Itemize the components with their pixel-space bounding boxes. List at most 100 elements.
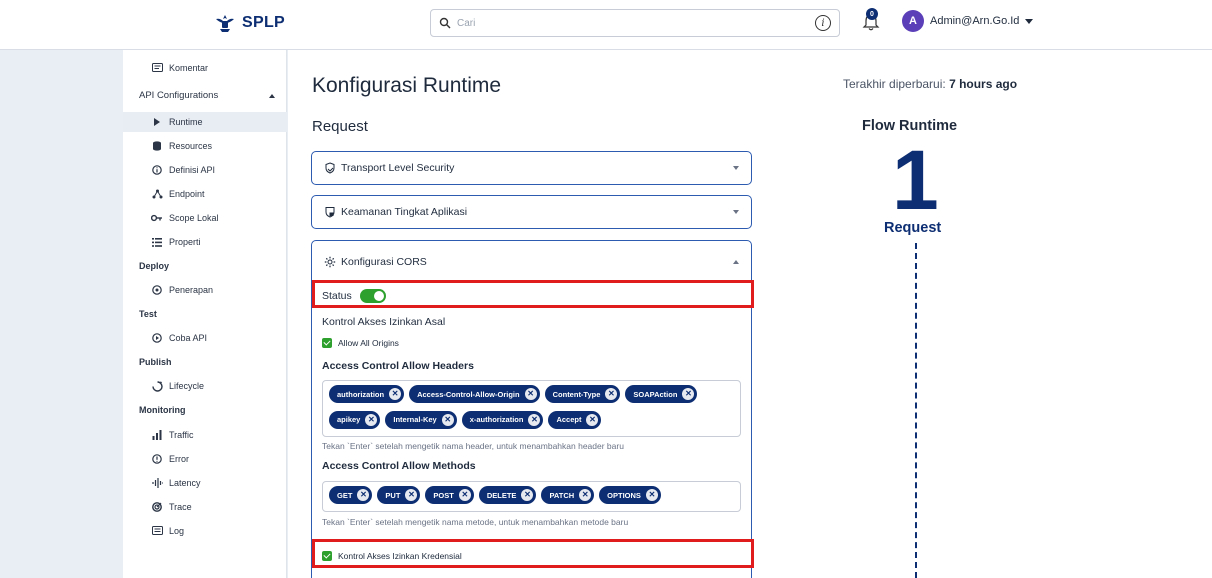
panel-title: Konfigurasi CORS [341,256,427,268]
sidebar-item-log[interactable]: Log [123,521,287,541]
allow-all-origins-row[interactable]: Allow All Origins [322,338,399,348]
shield-lock-icon [325,207,335,218]
info-icon[interactable]: i [815,15,831,31]
sidebar-group-api-configurations[interactable]: API Configurations [139,90,275,101]
search-input[interactable] [457,17,807,29]
play-circle-icon [151,332,163,344]
alert-circle-icon [151,453,163,465]
remove-chip-icon[interactable]: ✕ [682,388,695,400]
chip-label: OPTIONS [607,490,641,500]
chip-label: Access-Control-Allow-Origin [417,389,520,399]
headers-hint: Tekan `Enter` setelah mengetik nama head… [322,441,624,451]
last-updated: Terakhir diperbarui: 7 hours ago [843,77,1017,91]
flow-label: Request [884,220,942,236]
panel-app-security[interactable]: Keamanan Tingkat Aplikasi [311,195,752,229]
remove-chip-icon[interactable]: ✕ [458,489,471,501]
sidebar-item-label: Komentar [169,63,209,73]
panel-title: Keamanan Tingkat Aplikasi [341,206,468,218]
allow-origin-label: Kontrol Akses Izinkan Asal [322,316,446,328]
sidebar-item-penerapan[interactable]: Penerapan [123,280,287,300]
remove-chip-icon[interactable]: ✕ [389,388,402,400]
search-icon [439,17,451,29]
logo[interactable]: SPLP [214,13,285,33]
chip-label: Content-Type [552,389,601,399]
remove-chip-icon[interactable]: ✕ [441,413,454,426]
panel-title: Transport Level Security [341,162,455,174]
sidebar-item-trace[interactable]: Trace [123,497,287,517]
chevron-down-icon [733,210,739,214]
chip-label: Accept [556,415,582,424]
method-chip: PUT ✕ [377,486,421,504]
sidebar-item-label: Endpoint [169,189,205,199]
header-chip: Access-Control-Allow-Origin ✕ [409,385,540,403]
last-updated-prefix: Terakhir diperbarui: [843,77,946,91]
remove-chip-icon[interactable]: ✕ [357,489,370,501]
bar-chart-icon [151,429,163,441]
remove-chip-icon[interactable]: ✕ [586,413,599,426]
sidebar-item-properti[interactable]: Properti [123,232,287,252]
allow-all-origins-checkbox[interactable] [322,338,332,348]
remove-chip-icon[interactable]: ✕ [365,413,378,426]
info-circle-icon [151,164,163,176]
sidebar-item-definisi-api[interactable]: Definisi API [123,160,287,180]
panel-header[interactable]: Keamanan Tingkat Aplikasi [312,196,751,228]
sidebar-item-error[interactable]: Error [123,449,287,469]
sidebar-item-label: Trace [169,502,192,512]
sidebar-item-komentar[interactable]: Komentar [123,58,287,78]
chevron-up-icon [733,260,739,264]
headers-input[interactable]: authorization ✕ Access-Control-Allow-Origi… [322,380,741,437]
remove-chip-icon[interactable]: ✕ [579,489,592,501]
caret-down-icon [1025,18,1034,24]
sidebar-item-lifecycle[interactable]: Lifecycle [123,376,287,396]
user-name: Admin@Arn.Go.Id [930,15,1020,27]
top-bar: SPLP i 0 A Admin@Arn.Go.Id [0,0,1212,50]
chip-label: GET [337,490,353,500]
sidebar-section-monitoring: Monitoring [139,405,186,415]
flow-number: 1 [892,133,939,227]
sidebar-item-label: Definisi API [169,165,216,175]
flow-title: Flow Runtime [862,118,958,134]
page-title: Konfigurasi Runtime [312,74,502,97]
checkbox-label: Allow All Origins [338,338,399,348]
sidebar-item-endpoint[interactable]: Endpoint [123,184,287,204]
method-chip: GET ✕ [329,486,373,504]
header-chip: Accept ✕ [548,410,602,429]
sidebar: Komentar API Configurations Runtime Reso… [123,50,287,578]
methods-input[interactable]: GET ✕ PUT ✕ POST ✕ DELETE ✕ PATCH ✕ OPTIONS ✕ [322,481,741,512]
play-icon [151,116,163,128]
database-icon [151,140,163,152]
header-chip: apikey ✕ [329,410,381,429]
sidebar-section-test: Test [139,309,157,319]
header-chip: Content-Type ✕ [544,385,621,403]
comment-icon [151,62,163,74]
lifecycle-icon [151,380,163,392]
search-bar[interactable]: i [430,9,840,37]
gear-icon [324,256,336,268]
sidebar-item-label: Latency [169,478,201,488]
remove-chip-icon[interactable]: ✕ [405,489,418,501]
remove-chip-icon[interactable]: ✕ [521,489,534,501]
remove-chip-icon[interactable]: ✕ [524,388,537,400]
main-content: Konfigurasi Runtime Request Transport Le… [288,50,1212,578]
panel-header[interactable]: Transport Level Security [312,152,751,184]
garuda-logo-icon [216,15,234,32]
location-pin-icon [151,284,163,296]
sidebar-item-label: Resources [169,141,213,151]
remove-chip-icon[interactable]: ✕ [605,388,618,400]
sidebar-item-coba-api[interactable]: Coba API [123,328,287,348]
highlight-credentials [312,539,754,568]
header-chip: Internal-Key ✕ [385,410,457,429]
sidebar-item-traffic[interactable]: Traffic [123,425,287,445]
method-chip: POST ✕ [425,486,474,504]
chip-label: POST [433,490,454,500]
remove-chip-icon[interactable]: ✕ [645,489,658,501]
sidebar-item-resources[interactable]: Resources [123,136,287,156]
panel-header[interactable]: Konfigurasi CORS [312,241,751,283]
sidebar-item-latency[interactable]: Latency [123,473,287,493]
sidebar-item-runtime[interactable]: Runtime [123,112,287,132]
sidebar-item-scope-lokal[interactable]: Scope Lokal [123,208,287,228]
panel-transport-level-security[interactable]: Transport Level Security [311,151,752,185]
remove-chip-icon[interactable]: ✕ [528,413,541,426]
user-menu[interactable]: A Admin@Arn.Go.Id [902,10,1034,32]
log-icon [151,525,163,537]
